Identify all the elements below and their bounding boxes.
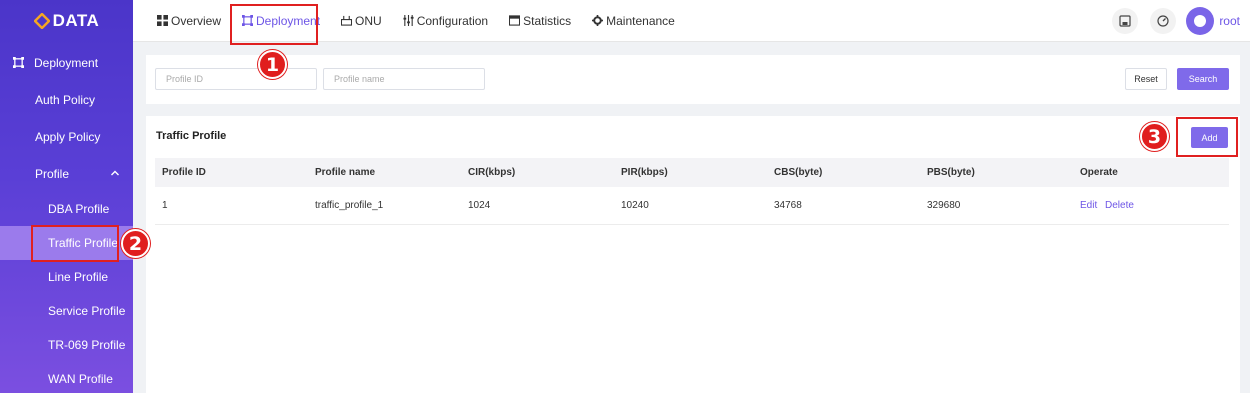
tab-statistics[interactable]: Statistics	[509, 14, 571, 28]
brand-logo[interactable]: DATA	[0, 0, 133, 42]
step-badge-2: 2	[121, 229, 150, 258]
sidebar-item-label: TR-069 Profile	[48, 338, 126, 352]
tab-configuration[interactable]: Configuration	[403, 14, 488, 28]
cell-profile-name: traffic_profile_1	[315, 200, 384, 211]
cell-cir: 1024	[468, 200, 491, 211]
search-button[interactable]: Search	[1177, 68, 1229, 90]
sidebar-item-line-profile[interactable]: Line Profile	[0, 260, 133, 294]
search-panel: Profile ID Profile name Reset Search	[146, 55, 1240, 104]
column-header[interactable]: PIR(kbps)	[614, 167, 767, 178]
user-avatar-icon	[1194, 15, 1207, 27]
tab-maintenance[interactable]: Maintenance	[592, 14, 675, 28]
column-header[interactable]: CBS(byte)	[767, 167, 920, 178]
window-icon	[509, 15, 521, 26]
sidebar-item-dba-profile[interactable]: DBA Profile	[0, 192, 133, 226]
sidebar-item-deployment[interactable]: Deployment	[0, 44, 133, 81]
cell-pbs: 329680	[927, 200, 961, 211]
panel-title: Traffic Profile	[156, 130, 227, 142]
column-header[interactable]: PBS(byte)	[920, 167, 1073, 178]
cell-operate: Edit Delete	[1073, 200, 1229, 211]
table-row[interactable]: 1 traffic_profile_1 1024 10240 34768 329…	[155, 187, 1229, 225]
column-header[interactable]: Profile ID	[155, 167, 308, 178]
cell-profile-id: 1	[162, 200, 168, 211]
tab-label: Statistics	[523, 13, 572, 28]
save-icon	[1119, 15, 1131, 27]
sidebar-item-apply-policy[interactable]: Apply Policy	[0, 118, 133, 155]
column-header: Operate	[1080, 167, 1118, 178]
tab-onu[interactable]: ONU	[341, 14, 382, 28]
profile-id-input[interactable]: Profile ID	[155, 68, 317, 90]
sidebar-item-profile[interactable]: Profile	[0, 155, 133, 192]
sidebar-item-wan-profile[interactable]: WAN Profile	[0, 362, 133, 393]
sidebar-item-label: Deployment	[34, 55, 99, 70]
sidebar-item-tr069-profile[interactable]: TR-069 Profile	[0, 328, 133, 362]
logo-mark-icon	[33, 13, 50, 29]
step-badge-3: 3	[1140, 122, 1169, 151]
sidebar-item-label: Auth Policy	[35, 92, 96, 107]
tab-label: Maintenance	[606, 13, 675, 28]
user-toolbar: root	[1100, 7, 1240, 35]
avatar[interactable]	[1186, 7, 1215, 35]
sidebar-item-label: WAN Profile	[48, 372, 113, 386]
user-name[interactable]: root	[1219, 14, 1240, 28]
delete-link[interactable]: Delete	[1105, 200, 1134, 211]
deployment-icon	[13, 57, 24, 68]
grid-icon	[157, 15, 168, 26]
tab-label: ONU	[355, 13, 382, 28]
sidebar-item-auth-policy[interactable]: Auth Policy	[0, 81, 133, 118]
edit-link[interactable]: Edit	[1080, 200, 1097, 211]
column-header[interactable]: Profile name	[308, 167, 461, 178]
sidebar-item-label: Apply Policy	[35, 129, 101, 144]
annotation-highlight-add	[1176, 117, 1238, 157]
tab-label: Overview	[171, 13, 222, 28]
traffic-profile-table: Profile ID Profile name CIR(kbps) PIR(kb…	[155, 158, 1229, 225]
reset-button[interactable]: Reset	[1125, 68, 1167, 90]
annotation-highlight-deployment	[230, 4, 318, 45]
gear-icon	[592, 15, 604, 26]
cell-pir: 10240	[621, 200, 649, 211]
column-header[interactable]: CIR(kbps)	[461, 167, 614, 178]
speedometer-icon	[1157, 15, 1169, 27]
annotation-highlight-traffic-profile	[31, 225, 119, 262]
sidebar-item-label: Service Profile	[48, 304, 126, 318]
sidebar-item-label: Profile	[35, 166, 70, 181]
tab-overview[interactable]: Overview	[157, 14, 221, 28]
theme-button[interactable]	[1150, 8, 1177, 34]
step-badge-1: 1	[258, 50, 287, 79]
save-button[interactable]	[1112, 8, 1139, 34]
sidebar-item-label: DBA Profile	[48, 202, 110, 216]
chevron-up-icon	[111, 170, 119, 176]
table-header: Profile ID Profile name CIR(kbps) PIR(kb…	[155, 158, 1229, 187]
profile-name-input[interactable]: Profile name	[323, 68, 485, 90]
logo-text: DATA	[52, 11, 100, 30]
tab-label: Configuration	[416, 13, 489, 28]
onu-icon	[341, 15, 353, 26]
traffic-profile-panel: Traffic Profile Add Profile ID Profile n…	[146, 116, 1240, 393]
sidebar-item-service-profile[interactable]: Service Profile	[0, 294, 133, 328]
cell-cbs: 34768	[774, 200, 802, 211]
sidebar: DATA Deployment Auth Policy Apply Policy…	[0, 0, 133, 393]
sliders-icon	[403, 15, 414, 26]
sidebar-item-label: Line Profile	[48, 270, 109, 284]
